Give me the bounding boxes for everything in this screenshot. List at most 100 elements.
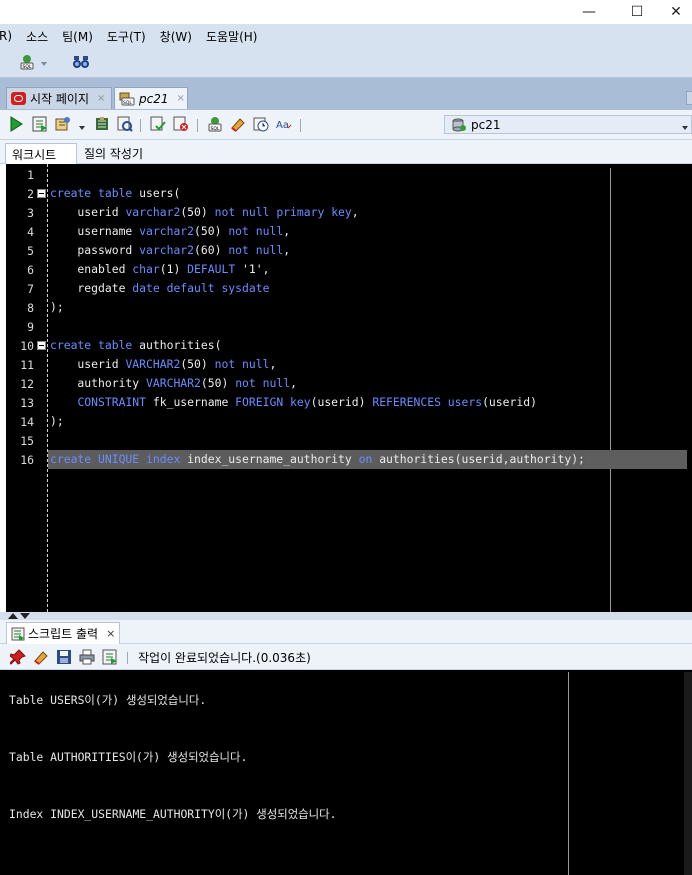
sql-keyword: not null primary key — [214, 205, 352, 219]
menu-item-help[interactable]: 도움말(H) — [206, 28, 258, 45]
format-text-icon[interactable]: Aa — [276, 116, 294, 134]
code-line[interactable]: 2 create table users( — [6, 184, 692, 203]
maximize-button[interactable]: ☐ — [614, 0, 660, 24]
toolbar-separator — [140, 119, 141, 132]
rollback-icon[interactable] — [173, 116, 191, 134]
sql-keyword: not null — [214, 357, 270, 371]
line-number: 16 — [20, 452, 34, 467]
binoculars-icon[interactable] — [72, 53, 90, 71]
sql-token: , — [283, 224, 291, 238]
code-line[interactable]: 5 password varchar2(60) not null, — [6, 241, 692, 260]
toolbar-separator — [197, 119, 198, 132]
output-line: Index INDEX_USERNAME_AUTHORITY이(가) 생성되었습… — [9, 807, 337, 821]
sql-token: regdate — [50, 281, 133, 295]
sql-token: (userid) — [482, 395, 537, 409]
sql-token: , — [269, 357, 277, 371]
fold-collapse-icon[interactable] — [37, 341, 46, 350]
sql-history-icon[interactable] — [253, 116, 271, 134]
code-line[interactable]: 15 — [6, 431, 692, 450]
code-line[interactable]: 4 username varchar2(50) not null, — [6, 222, 692, 241]
minimize-button[interactable]: — — [566, 0, 612, 24]
chevron-down-icon[interactable] — [681, 121, 689, 130]
menu-bar: R) 소스 팀(M) 도구(T) 창(W) 도움말(H) — [0, 24, 692, 48]
menu-item-tools[interactable]: 도구(T) — [107, 28, 146, 45]
svg-text:SQL: SQL — [211, 126, 220, 132]
code-text: create UNIQUE index index_username_autho… — [50, 450, 585, 469]
sql-token: (60) — [194, 243, 229, 257]
close-icon[interactable]: × — [176, 93, 184, 104]
sql-token: authority — [50, 376, 147, 390]
sql-keyword: char — [132, 262, 160, 276]
line-number: 3 — [27, 205, 34, 220]
clear-eraser-icon[interactable] — [230, 116, 248, 134]
sql-token: ); — [50, 414, 64, 428]
connection-select[interactable]: pc21 — [444, 115, 692, 134]
print-icon[interactable] — [79, 649, 97, 667]
code-line[interactable]: 14); — [6, 412, 692, 431]
save-icon[interactable] — [56, 649, 74, 667]
worksheet-subtab-bar: 워크시트 질의 작성기 — [0, 140, 692, 164]
output-line: Table USERS이(가) 생성되었습니다. — [9, 693, 207, 707]
pin-icon[interactable] — [9, 649, 28, 667]
tab-script-output[interactable]: 스크립트 출력 × — [6, 622, 121, 644]
close-button[interactable]: ✕ — [660, 0, 692, 24]
sql-token: authorities(userid,authority); — [379, 452, 585, 466]
code-line[interactable]: 16 create UNIQUE index index_username_aut… — [6, 450, 692, 469]
sql-editor[interactable]: 1 2 create table users(3 userid varchar2(5… — [6, 164, 692, 612]
sql-token: , — [283, 243, 291, 257]
sql-connection-icon[interactable]: SQL — [18, 53, 36, 71]
run-script-icon[interactable] — [32, 116, 50, 134]
tab-start-page[interactable]: 시작 페이지 × — [6, 87, 112, 109]
explain-plan-icon[interactable] — [94, 116, 112, 134]
menu-item-run[interactable]: R) — [0, 29, 12, 43]
menu-item-window[interactable]: 창(W) — [160, 28, 192, 45]
code-line[interactable]: 1 — [6, 165, 692, 184]
menu-item-team[interactable]: 팀(M) — [62, 28, 93, 45]
code-line[interactable]: 13 CONSTRAINT fk_username FOREIGN key(us… — [6, 393, 692, 412]
menu-item-source[interactable]: 소스 — [26, 28, 48, 45]
splitter-arrows-icon[interactable] — [8, 613, 30, 619]
line-number: 15 — [20, 433, 34, 448]
autotrace-icon[interactable] — [55, 116, 73, 134]
script-output-area[interactable]: Table USERS이(가) 생성되었습니다. Table AUTHORITI… — [0, 670, 692, 875]
code-line[interactable]: 9 — [6, 317, 692, 336]
code-line[interactable]: 3 userid varchar2(50) not null primary k… — [6, 203, 692, 222]
clear-eraser-icon[interactable] — [33, 649, 51, 667]
code-line[interactable]: 7 regdate date default sysdate — [6, 279, 692, 298]
script-output-icon[interactable] — [102, 649, 120, 667]
code-text: enabled char(1) DEFAULT '1', — [50, 260, 269, 279]
output-tab-bar: 스크립트 출력 × — [0, 620, 692, 644]
code-line[interactable]: 6 enabled char(1) DEFAULT '1', — [6, 260, 692, 279]
chevron-down-icon[interactable] — [78, 121, 86, 130]
tab-overflow-button[interactable] — [686, 91, 692, 105]
panel-splitter[interactable] — [0, 612, 692, 620]
fold-collapse-icon[interactable] — [37, 189, 46, 198]
tab-worksheet[interactable]: 워크시트 — [5, 143, 77, 164]
commit-icon[interactable] — [150, 116, 168, 134]
chevron-down-icon[interactable] — [40, 57, 48, 66]
code-line[interactable]: 10 create table authorities( — [6, 336, 692, 355]
close-icon[interactable]: × — [106, 627, 115, 640]
vertical-scrollbar[interactable] — [684, 672, 692, 875]
code-text: ); — [50, 298, 64, 317]
tab-query-builder[interactable]: 질의 작성기 — [78, 143, 149, 164]
code-line[interactable]: 8); — [6, 298, 692, 317]
tab-label: 워크시트 — [12, 147, 57, 162]
code-text: regdate date default sysdate — [50, 279, 269, 298]
sql-keyword: varchar2 — [139, 224, 195, 238]
tab-pc21[interactable]: SQL pc21 × — [114, 87, 188, 109]
close-icon[interactable]: × — [97, 93, 105, 104]
sql-token: enabled — [50, 262, 133, 276]
sql-keyword: on — [358, 452, 380, 466]
code-line[interactable]: 11 userid VARCHAR2(50) not null, — [6, 355, 692, 374]
line-number: 8 — [27, 300, 34, 315]
code-line[interactable]: 12 authority VARCHAR2(50) not null, — [6, 374, 692, 393]
sql-keyword: FOREIGN key — [235, 395, 311, 409]
run-statement-icon[interactable] — [8, 116, 26, 134]
tab-label: pc21 — [139, 91, 169, 106]
unshared-sql-icon[interactable]: SQL — [207, 116, 225, 134]
code-text: CONSTRAINT fk_username FOREIGN key(useri… — [50, 393, 537, 412]
sql-token: '1', — [235, 262, 270, 276]
sql-tuning-icon[interactable] — [117, 116, 135, 134]
toolbar-separator — [300, 119, 301, 132]
